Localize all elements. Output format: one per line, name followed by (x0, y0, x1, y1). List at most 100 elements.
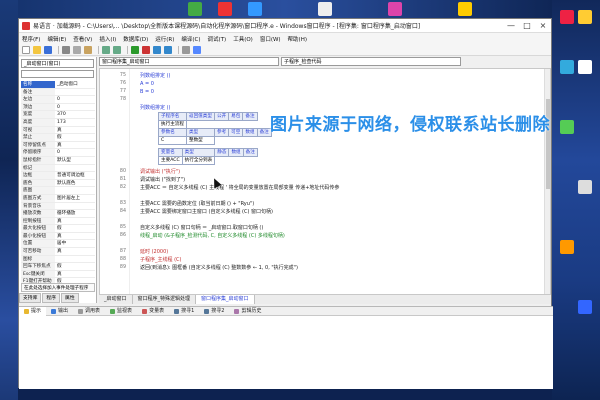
code-text[interactable]: 主要ACC 需要的函数定位 (取当前日期 () + "Ryu") (140, 200, 254, 208)
code-text[interactable]: 自定义多线程 (C) 窗口句柄 ＝ _启动窗口.取窗口句柄 () (140, 224, 263, 232)
code-line[interactable] (100, 216, 540, 224)
property-value[interactable]: 真 (55, 218, 95, 225)
property-value[interactable] (55, 203, 95, 210)
property-row[interactable]: 备注 (21, 88, 95, 97)
property-value[interactable]: 居中 (55, 240, 95, 247)
property-value[interactable]: 173 (55, 119, 95, 126)
property-row[interactable]: 可否移动真 (21, 248, 95, 256)
code-line[interactable]: 86 线程_启动 (&子程序_检测代码, C, 自定义多线程 (C) 多线程句柄… (100, 232, 540, 240)
property-filter[interactable] (21, 70, 94, 78)
desktop-icon[interactable] (578, 180, 592, 194)
code-text[interactable]: 主要ACC 需要绑定窗口主窗口 (自定义多线程 (C) 窗口句柄) (140, 208, 273, 216)
property-row[interactable]: 宽度 370 (21, 111, 95, 119)
property-value[interactable]: 假 (55, 263, 95, 270)
close-button[interactable]: × (535, 19, 551, 33)
output-tab[interactable]: 输出 (46, 307, 73, 316)
property-value[interactable]: 假 (55, 134, 95, 141)
left-panel-tab[interactable]: 属性 (61, 293, 79, 303)
property-row[interactable]: 鼠标指针 默认型 (21, 156, 95, 165)
code-line[interactable]: 77 B = 0 (100, 88, 540, 96)
menu-item[interactable]: 窗口(W) (260, 35, 281, 43)
property-row[interactable]: 回车下移焦点假 (21, 263, 95, 271)
property-row[interactable]: 顶边 0 (21, 103, 95, 112)
property-row[interactable]: 背景音乐 (21, 202, 95, 211)
property-value[interactable]: 假 (55, 225, 95, 232)
editor-tab[interactable]: _启动窗口 (99, 295, 133, 304)
property-value[interactable]: 真 (55, 127, 95, 134)
desktop-icon[interactable] (560, 120, 574, 134)
desktop-icon[interactable] (218, 2, 232, 16)
object-select[interactable]: _启动窗口(窗口) (21, 59, 94, 68)
table-cell[interactable]: 整数型 (185, 136, 215, 145)
property-row[interactable]: 高度 173 (21, 118, 95, 127)
output-tab[interactable]: 搜寻1 (169, 307, 199, 316)
property-row[interactable]: 底图方式 图片居左上 (21, 194, 95, 203)
property-row[interactable]: 左边 0 (21, 96, 95, 104)
desktop-icon[interactable] (560, 240, 574, 254)
property-row[interactable]: 名称 _启动窗口 (21, 81, 95, 89)
output-tab[interactable]: 监视表 (105, 307, 137, 316)
property-row[interactable]: 图标 (21, 255, 95, 264)
code-editor[interactable]: 75 列数组排定 () 76 A = 0 77 B = 0 78 列数组排定 () 子程序名 返回… (99, 68, 551, 295)
menu-item[interactable]: 查看(V) (73, 35, 92, 43)
code-text[interactable]: 延时 (2000) (140, 248, 168, 256)
desktop-icon[interactable] (388, 2, 402, 16)
desktop-icon[interactable] (318, 2, 332, 16)
property-value[interactable]: 真 (55, 233, 95, 240)
property-row[interactable]: 可视真 (21, 126, 95, 135)
code-text[interactable]: 列数组排定 () (140, 72, 171, 80)
property-row[interactable]: 播放次数 循环播放 (21, 210, 95, 218)
property-row[interactable]: 停留顺序 0 (21, 149, 95, 157)
property-row[interactable]: 底色 默认底色 (21, 179, 95, 188)
step-icon[interactable] (153, 45, 161, 54)
code-text[interactable]: B = 0 (140, 88, 154, 96)
code-text[interactable]: 调试输出 ("执行") (140, 168, 180, 176)
code-line[interactable]: 85 自定义多线程 (C) 窗口句柄 ＝ _启动窗口.取窗口句柄 () (100, 224, 540, 232)
output-tab[interactable]: 提示 (19, 306, 47, 316)
code-line[interactable]: 82 主要ACC ＝ 自定义多线程 (C) 主线程 ' 将全局的变量放置在局部变量… (100, 184, 540, 192)
output-panel[interactable] (19, 316, 553, 389)
property-row[interactable]: 控制按钮真 (21, 217, 95, 226)
code-text[interactable]: 返回(到消息): 图框番 (自定义多线程 (C) 整数数参 ← 1, 0, "执… (140, 264, 298, 272)
code-line[interactable]: 88 子程序_主线程 (C) (100, 256, 540, 264)
menu-item[interactable]: 运行(R) (155, 35, 174, 43)
menu-item[interactable]: 数据库(D) (123, 35, 148, 43)
property-value[interactable] (55, 256, 95, 263)
output-tab[interactable]: 搜寻2 (199, 307, 229, 316)
code-line[interactable]: 89 返回(到消息): 图框番 (自定义多线程 (C) 整数数参 ← 1, 0, … (100, 264, 540, 272)
maximize-button[interactable]: □ (519, 19, 535, 33)
find-icon[interactable] (182, 45, 190, 54)
code-text[interactable]: 子程序_主线程 (C) (140, 256, 181, 264)
help-icon[interactable] (193, 45, 201, 54)
undo-icon[interactable] (102, 45, 110, 54)
code-text[interactable]: 线程_启动 (&子程序_检测代码, C, 自定义多线程 (C) 多线程句柄) (140, 232, 285, 240)
desktop-icon[interactable] (560, 10, 574, 24)
menu-item[interactable]: 程序(F) (22, 35, 40, 43)
property-row[interactable]: 可停留焦点真 (21, 141, 95, 150)
event-hint[interactable]: 在此处选择加入事件处理子程序 (21, 283, 95, 292)
menu-item[interactable]: 插入(I) (99, 35, 116, 43)
assembly-combo[interactable]: 窗口程序集_启动窗口 (99, 57, 279, 66)
code-line[interactable]: 81 调试输出 ("找到了") (100, 176, 540, 184)
new-icon[interactable] (22, 45, 30, 54)
menu-item[interactable]: 帮助(H) (288, 35, 307, 43)
output-tab[interactable]: 变量表 (137, 307, 169, 316)
code-line[interactable]: 80 调试输出 ("执行") (100, 168, 540, 176)
left-panel-tab[interactable]: 程序 (42, 293, 61, 303)
property-row[interactable]: 禁止假 (21, 134, 95, 142)
cut-icon[interactable] (62, 45, 70, 54)
desktop-icon[interactable] (188, 2, 202, 16)
menu-item[interactable]: 调试(T) (208, 35, 227, 43)
property-value[interactable]: 图片居左上 (55, 195, 95, 202)
property-value[interactable] (55, 165, 95, 172)
code-line[interactable]: 84 主要ACC 需要绑定窗口主窗口 (自定义多线程 (C) 窗口句柄) (100, 208, 540, 216)
property-value[interactable]: 循环播放 (55, 210, 95, 217)
property-row[interactable]: 底图 (21, 187, 95, 195)
subroutine-combo[interactable]: 子程序_检查代码 (281, 57, 461, 66)
code-line[interactable] (100, 192, 540, 200)
code-line[interactable]: 78 (100, 96, 540, 104)
save-icon[interactable] (44, 45, 52, 54)
open-icon[interactable] (33, 45, 41, 54)
property-value[interactable]: _启动窗口 (55, 81, 95, 88)
desktop-icon[interactable] (578, 10, 592, 24)
